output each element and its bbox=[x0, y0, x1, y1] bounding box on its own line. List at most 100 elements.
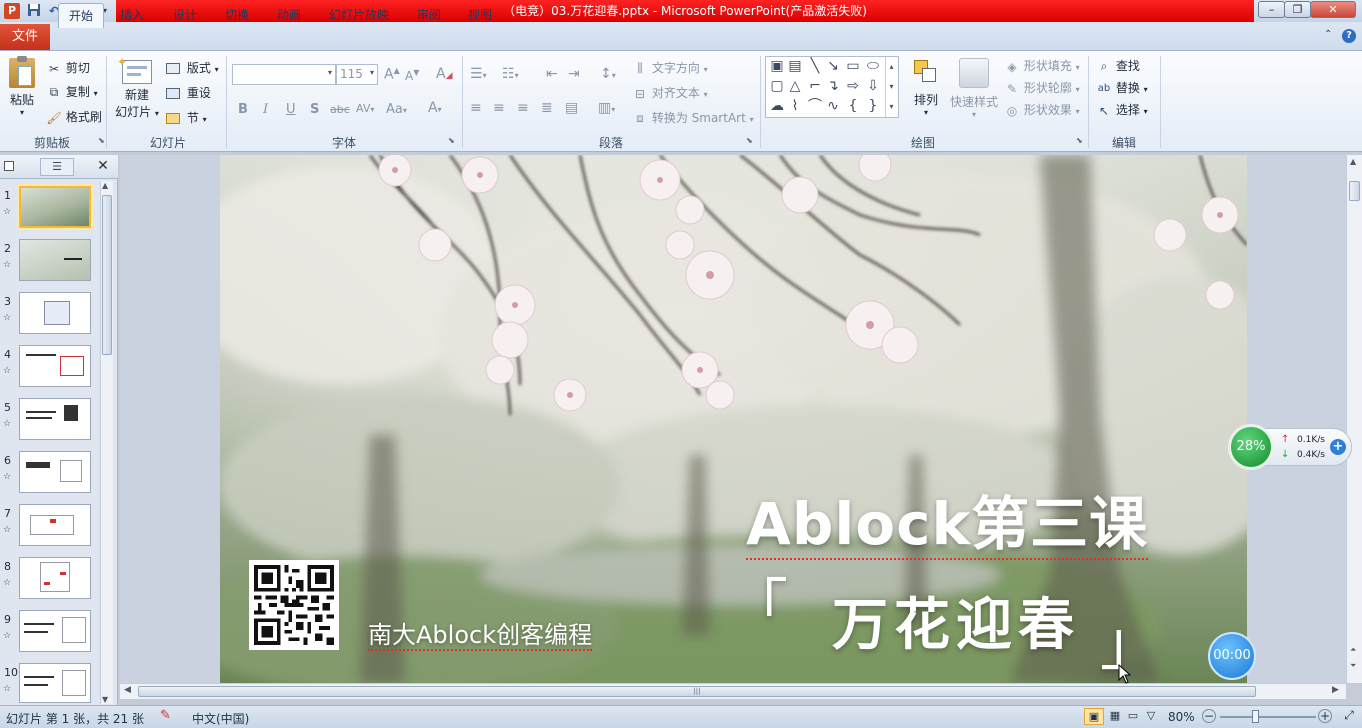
clipboard-launcher-icon[interactable]: ⬊ bbox=[98, 136, 105, 145]
replace-button[interactable]: ab 替换 ▾ bbox=[1096, 79, 1148, 96]
line-shape-icon[interactable]: ╲ bbox=[806, 57, 824, 75]
slide-count-status[interactable]: 幻灯片 第 1 张，共 21 张 bbox=[6, 710, 144, 727]
close-pane-icon[interactable]: ✕ bbox=[94, 157, 112, 175]
shape-fill-button[interactable]: ◈ 形状填充 ▾ bbox=[1004, 57, 1079, 74]
right-arrow-shape-icon[interactable]: ⇨ bbox=[844, 77, 862, 95]
cut-button[interactable]: ✂ 剪切 bbox=[46, 59, 90, 76]
maximize-button[interactable]: ❐ bbox=[1284, 1, 1311, 18]
next-slide-icon[interactable]: ⏷ bbox=[1350, 661, 1356, 671]
zoom-slider-thumb[interactable] bbox=[1252, 710, 1259, 723]
scroll-right-arrow[interactable]: ▶ bbox=[1332, 685, 1339, 695]
convert-smartart-button[interactable]: ⧈ 转换为 SmartArt ▾ bbox=[632, 109, 753, 126]
text-direction-button[interactable]: ⫼ 文字方向 ▾ bbox=[632, 59, 707, 76]
textbox-shape-icon[interactable]: ▣ bbox=[768, 57, 786, 75]
outline-tab-icon[interactable]: ☰ bbox=[40, 158, 74, 176]
shadow-button[interactable]: S bbox=[310, 102, 319, 117]
slideshow-view-button[interactable]: ▽ bbox=[1142, 708, 1160, 725]
vertical-textbox-shape-icon[interactable]: ▤ bbox=[786, 57, 804, 75]
tab-transitions[interactable]: 切换 bbox=[215, 3, 259, 28]
arrange-button[interactable]: 排列 ▾ bbox=[906, 56, 946, 122]
zoom-level[interactable]: 80% bbox=[1168, 710, 1195, 724]
align-center-button[interactable]: ≡ bbox=[493, 100, 505, 116]
shapes-more-icon[interactable]: ▴ ▾ ▾ bbox=[885, 57, 897, 117]
tab-animations[interactable]: 动画 bbox=[267, 3, 311, 28]
slide-thumbnail-8[interactable] bbox=[19, 557, 91, 599]
language-status[interactable]: 中文(中国) bbox=[192, 710, 249, 727]
slides-tab-icon[interactable] bbox=[4, 161, 14, 171]
slide-thumbnail-10[interactable] bbox=[19, 663, 91, 703]
tab-home[interactable]: 开始 bbox=[58, 3, 105, 28]
zoom-out-button[interactable]: − bbox=[1202, 709, 1216, 723]
close-button[interactable]: ✕ bbox=[1310, 1, 1356, 18]
cpu-usage-badge[interactable]: 28% bbox=[1228, 424, 1274, 470]
recording-timer[interactable]: 00:00 bbox=[1208, 632, 1256, 680]
zoom-in-button[interactable]: + bbox=[1318, 709, 1332, 723]
scroll-thumb[interactable] bbox=[102, 195, 112, 355]
elbow-connector-shape-icon[interactable]: ⌐ bbox=[806, 77, 824, 95]
align-left-button[interactable]: ≡ bbox=[470, 100, 482, 116]
right-brace-shape-icon[interactable]: } bbox=[864, 97, 882, 115]
slide-thumbnail-9[interactable] bbox=[19, 610, 91, 652]
line-spacing-button[interactable]: ↕▾ bbox=[600, 66, 616, 82]
left-brace-shape-icon[interactable]: { bbox=[844, 97, 862, 115]
distributed-button[interactable]: ▤ bbox=[565, 100, 578, 116]
columns-button[interactable]: ▥▾ bbox=[598, 100, 615, 116]
main-vertical-scrollbar[interactable]: ▲ ⏶ ⏷ bbox=[1346, 155, 1362, 683]
slide-thumbnail-7[interactable] bbox=[19, 504, 91, 546]
format-painter-button[interactable]: 🖌 格式刷 bbox=[46, 108, 101, 125]
tab-insert[interactable]: 插入 bbox=[110, 3, 154, 28]
grow-font-button[interactable]: A▲ bbox=[384, 66, 400, 83]
quick-styles-button[interactable]: 快速样式 ▾ bbox=[948, 56, 1000, 122]
scroll-thumb[interactable] bbox=[1349, 181, 1360, 201]
tab-file[interactable]: 文件 bbox=[0, 24, 50, 50]
select-button[interactable]: ↖ 选择 ▾ bbox=[1096, 101, 1148, 118]
tab-view[interactable]: 视图 bbox=[458, 3, 502, 28]
powerpoint-logo-icon[interactable]: P bbox=[4, 3, 20, 19]
scroll-up-arrow[interactable]: ▲ bbox=[1350, 157, 1356, 166]
normal-view-button[interactable]: ▣ bbox=[1084, 708, 1104, 725]
shapes-gallery[interactable]: ▣ ▤ ╲ ↘ ▭ ⬭ ▢ △ ⌐ ↴ ⇨ ⇩ ☁ ⌇ ⌒ ∿ { } ▴ ▾ ▾ bbox=[765, 56, 899, 118]
slide-subtitle[interactable]: 万花迎春 bbox=[832, 580, 1080, 661]
scroll-thumb[interactable]: ||| bbox=[138, 686, 1256, 697]
align-right-button[interactable]: ≡ bbox=[517, 100, 529, 116]
expand-widget-button[interactable]: + bbox=[1330, 439, 1346, 455]
slide-thumbnail-2[interactable] bbox=[19, 239, 91, 281]
zoom-slider-track[interactable] bbox=[1220, 716, 1316, 718]
reset-button[interactable]: 重设 bbox=[166, 84, 211, 101]
shape-effects-button[interactable]: ◎ 形状效果 ▾ bbox=[1004, 101, 1080, 118]
freeform-shape-icon[interactable]: ⌇ bbox=[786, 97, 804, 115]
paragraph-launcher-icon[interactable]: ⬊ bbox=[746, 136, 753, 145]
slide-sorter-view-button[interactable]: ▦ bbox=[1106, 708, 1124, 725]
previous-slide-icon[interactable]: ⏶ bbox=[1350, 645, 1356, 655]
find-button[interactable]: ⌕ 查找 bbox=[1096, 57, 1140, 74]
layout-button[interactable]: 版式 ▾ bbox=[166, 59, 219, 76]
copy-button[interactable]: ⧉ 复制 ▾ bbox=[46, 83, 98, 100]
cloud-shape-icon[interactable]: ☁ bbox=[768, 97, 786, 115]
section-button[interactable]: 节 ▾ bbox=[166, 109, 207, 126]
slide-title[interactable]: Ablock第三课 bbox=[746, 477, 1149, 561]
triangle-shape-icon[interactable]: △ bbox=[786, 77, 804, 95]
fit-slide-button[interactable]: ⤢ bbox=[1340, 708, 1358, 725]
scroll-left-arrow[interactable]: ◀ bbox=[124, 685, 131, 695]
help-icon[interactable]: ? bbox=[1342, 29, 1356, 43]
tab-design[interactable]: 设计 bbox=[163, 3, 207, 28]
rounded-rect-shape-icon[interactable]: ▢ bbox=[768, 77, 786, 95]
arrow-line-shape-icon[interactable]: ↘ bbox=[824, 57, 842, 75]
spell-check-icon[interactable]: ✎ bbox=[160, 708, 171, 723]
underline-button[interactable]: U bbox=[286, 102, 296, 117]
change-case-button[interactable]: Aa▾ bbox=[386, 102, 407, 117]
minimize-button[interactable]: – bbox=[1258, 1, 1285, 18]
italic-button[interactable]: I bbox=[263, 102, 268, 117]
character-spacing-button[interactable]: AV▾ bbox=[356, 102, 374, 115]
collapse-ribbon-icon[interactable]: ⌃ bbox=[1324, 29, 1332, 40]
down-arrow-shape-icon[interactable]: ⇩ bbox=[864, 77, 882, 95]
font-launcher-icon[interactable]: ⬊ bbox=[448, 136, 455, 145]
slide-thumbnail-5[interactable] bbox=[19, 398, 91, 440]
main-horizontal-scrollbar[interactable]: ◀ ||| ▶ bbox=[120, 683, 1346, 699]
tab-slideshow[interactable]: 幻灯片放映 bbox=[319, 3, 399, 28]
font-name-combo[interactable]: ▾ bbox=[232, 64, 336, 85]
new-slide-button[interactable]: ✦ 新建 幻灯片 ▾ bbox=[112, 55, 162, 126]
drawing-launcher-icon[interactable]: ⬊ bbox=[1076, 136, 1083, 145]
align-text-button[interactable]: ⊟ 对齐文本 ▾ bbox=[632, 84, 708, 101]
rectangle-shape-icon[interactable]: ▭ bbox=[844, 57, 862, 75]
